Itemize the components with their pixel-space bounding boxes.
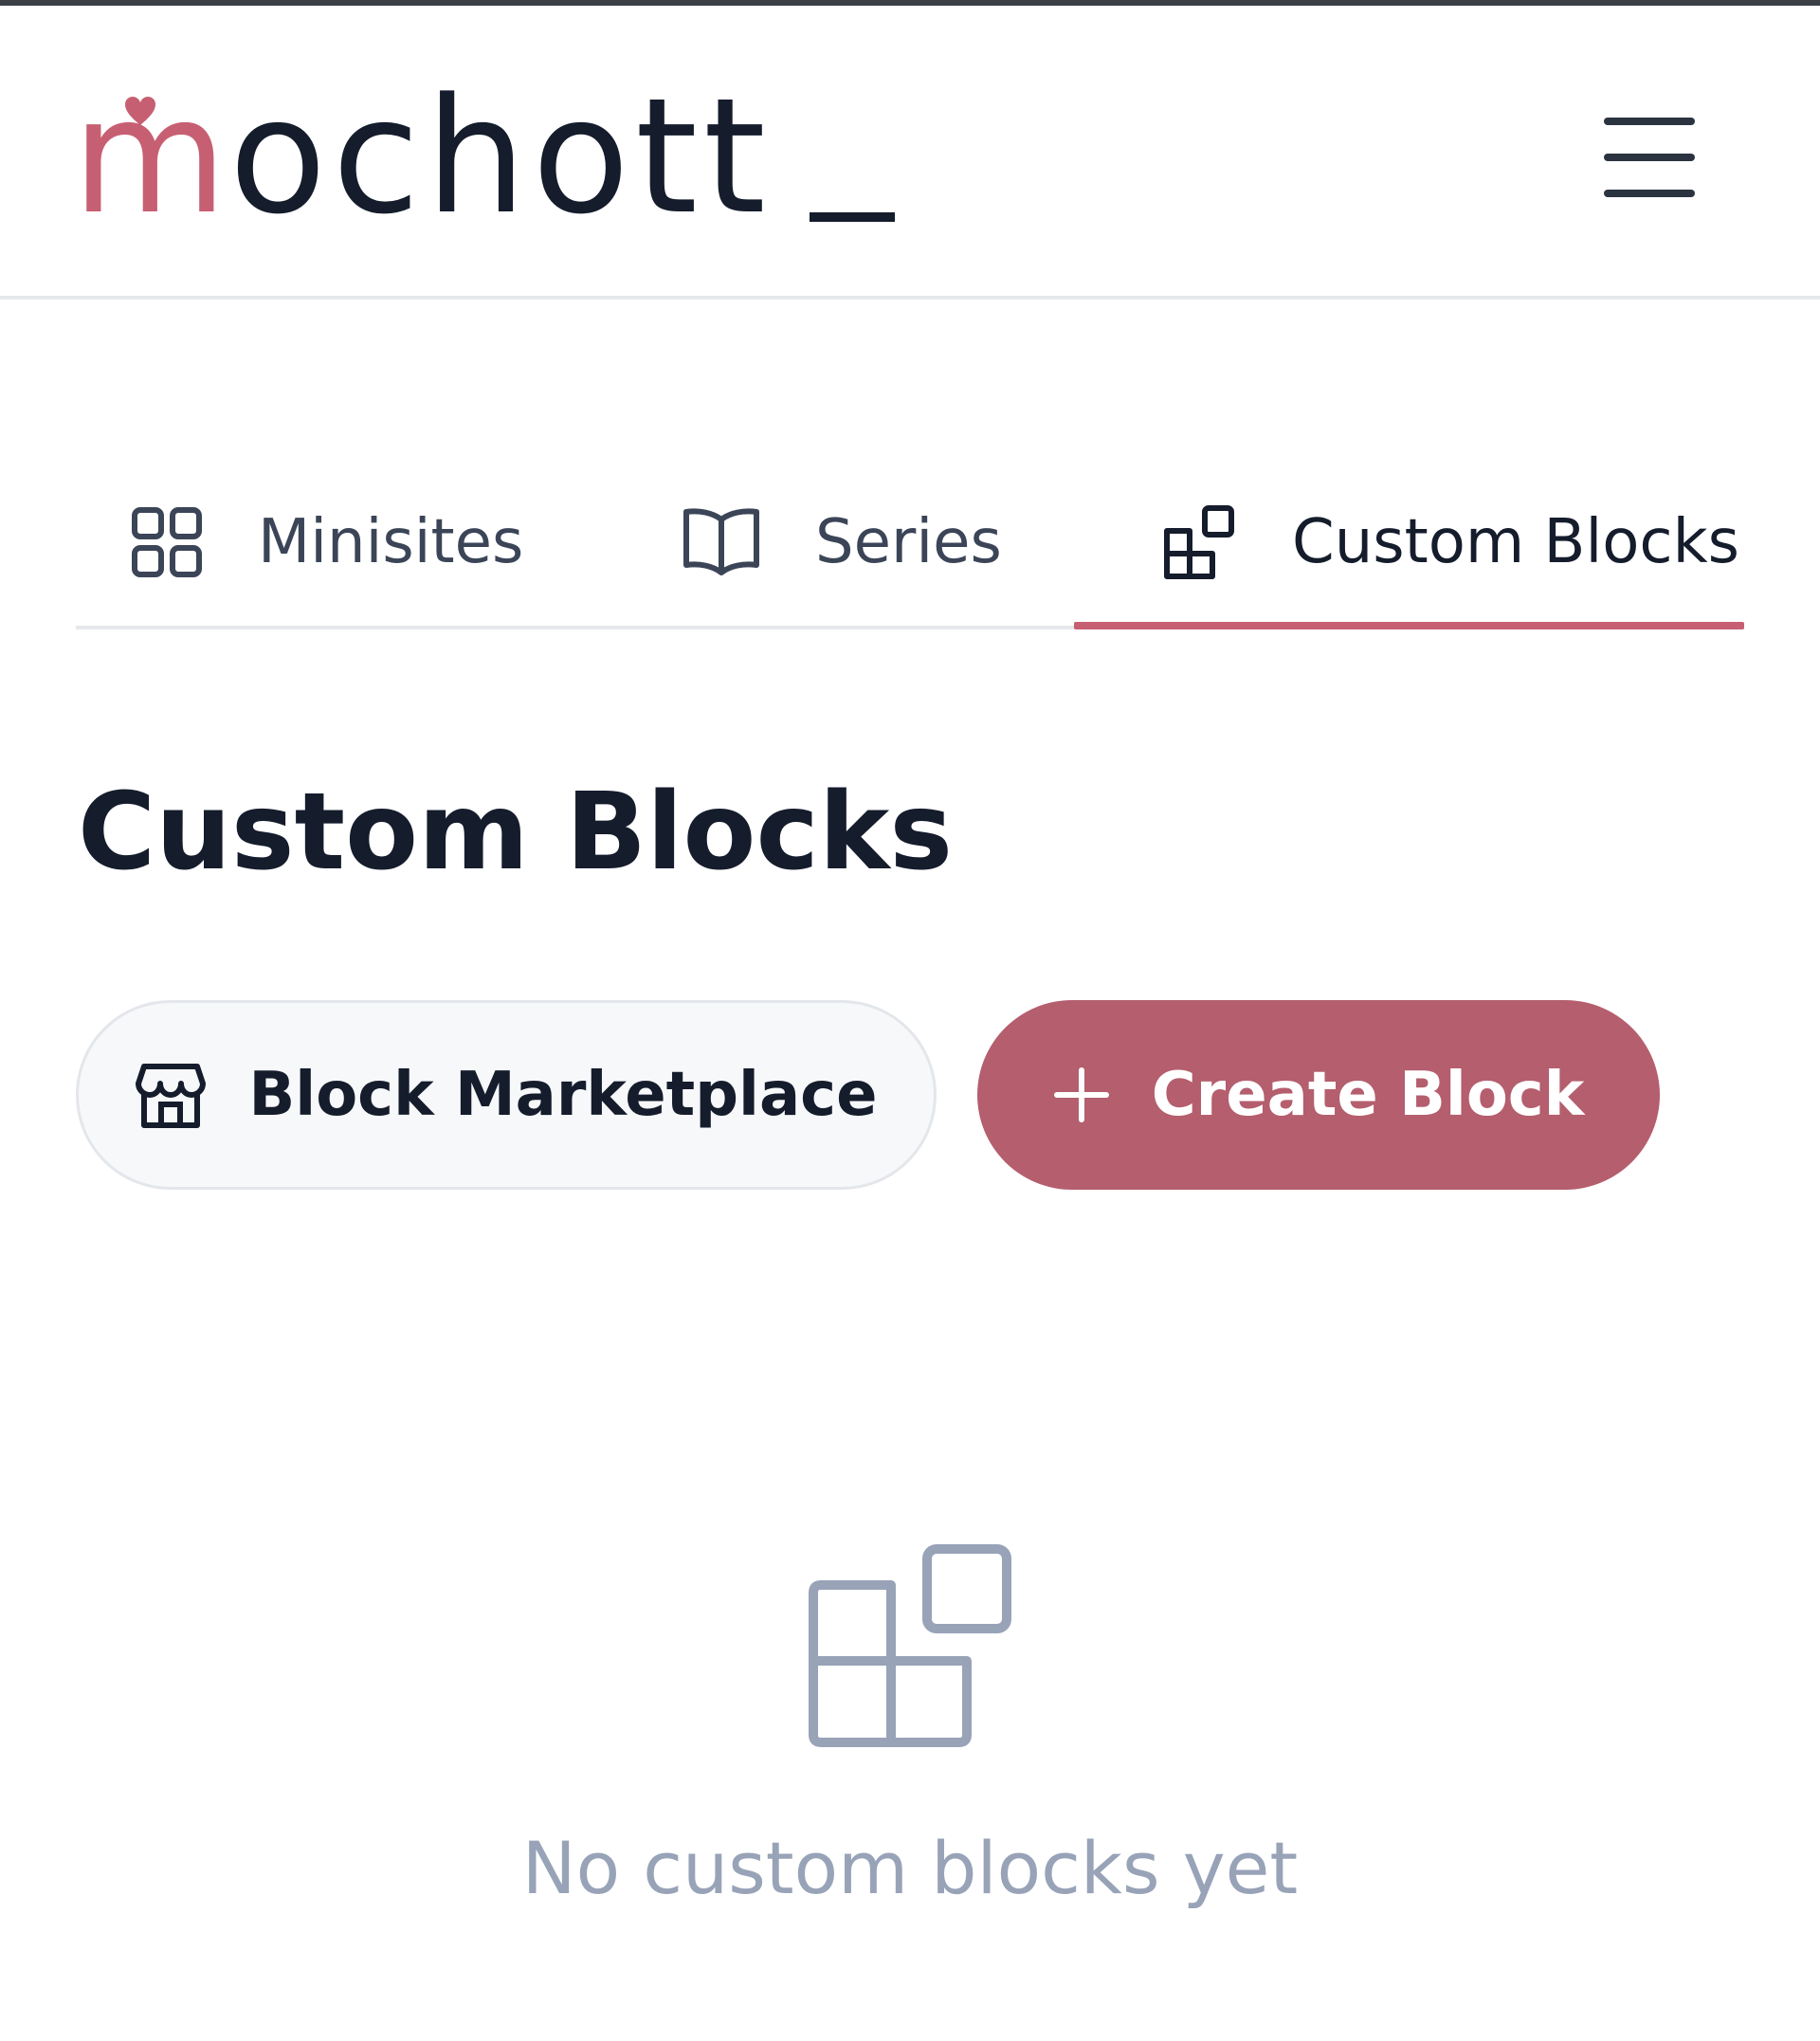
logo-cursor-underscore xyxy=(809,212,895,222)
block-marketplace-button[interactable]: Block Marketplace xyxy=(76,1000,937,1190)
heart-icon xyxy=(125,97,155,125)
tab-series[interactable]: Series xyxy=(681,455,1002,629)
plus-icon xyxy=(1053,1067,1109,1122)
mochott-logo[interactable]: m ochott xyxy=(72,64,895,249)
tab-minisites[interactable]: Minisites xyxy=(129,455,523,629)
hamburger-menu-icon xyxy=(1604,118,1695,197)
block-marketplace-label: Block Marketplace xyxy=(248,1060,878,1130)
create-block-label: Create Block xyxy=(1151,1060,1585,1130)
hamburger-menu-button[interactable] xyxy=(1602,110,1697,205)
blocks-icon xyxy=(1164,505,1234,579)
tab-custom-blocks[interactable]: Custom Blocks xyxy=(1074,455,1744,629)
app-header: m ochott xyxy=(0,6,1820,300)
logo-text: ochott xyxy=(228,64,772,249)
empty-state-blocks-icon xyxy=(809,1544,1011,1747)
create-block-button[interactable]: Create Block xyxy=(977,1000,1660,1190)
tab-label-custom-blocks: Custom Blocks xyxy=(1292,507,1739,577)
grid-icon xyxy=(132,507,202,577)
active-tab-indicator xyxy=(1074,622,1744,629)
book-open-icon xyxy=(683,508,759,575)
tab-label-minisites: Minisites xyxy=(258,507,524,577)
page-title: Custom Blocks xyxy=(78,771,954,894)
empty-state-message: No custom blocks yet xyxy=(521,1826,1299,1910)
page: m ochott Minisites Series Custom Blocks … xyxy=(0,0,1820,2041)
tab-label-series: Series xyxy=(815,507,1002,577)
tab-bar: Minisites Series Custom Blocks xyxy=(76,455,1744,629)
store-icon xyxy=(136,1064,207,1128)
